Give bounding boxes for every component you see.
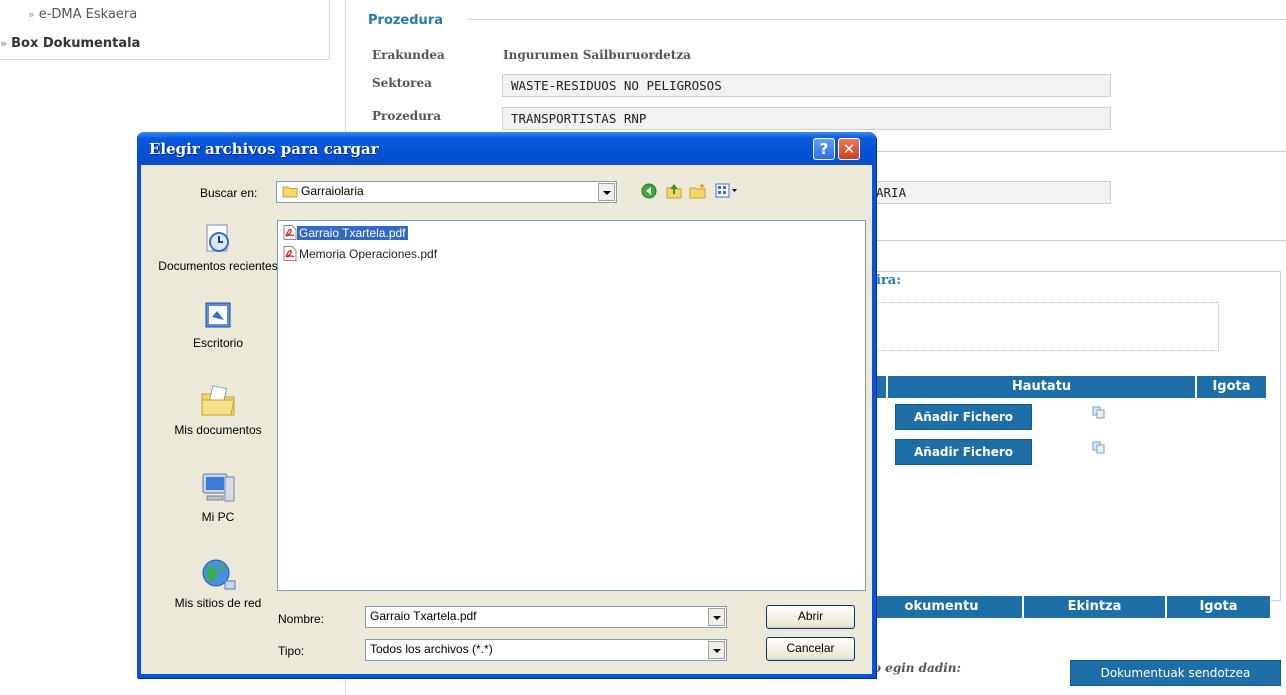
prozedura-field: TRANSPORTISTAS RNP xyxy=(502,107,1111,130)
place-label: Mi PC xyxy=(201,510,235,524)
table2-header-dokumentu: okumentu xyxy=(860,595,1023,619)
sign-documents-button[interactable]: Dokumentuak sendotzea xyxy=(1070,660,1281,686)
table2-header-igota: Igota xyxy=(1166,595,1271,619)
file-type-label: Tipo: xyxy=(278,644,305,658)
look-in-label: Buscar en: xyxy=(200,186,258,200)
up-folder-icon[interactable] xyxy=(665,182,683,200)
file-name-combo[interactable]: Garraio Txartela.pdf xyxy=(365,606,727,628)
my-documents-icon xyxy=(201,385,235,416)
dotted-area xyxy=(876,302,1219,351)
file-name-label: Nombre: xyxy=(278,612,325,626)
dialog-titlebar[interactable]: Elegir archivos para cargar ? ✕ xyxy=(137,132,876,165)
look-in-combo[interactable]: Garraiolaria xyxy=(276,181,617,203)
list-item[interactable]: Garraio Txartela.pdf xyxy=(283,225,410,242)
erakundea-label: Erakundea xyxy=(372,48,445,62)
file-type-combo[interactable]: Todos los archivos (*.*) xyxy=(365,639,727,661)
place-label: Mis documentos xyxy=(174,423,262,437)
open-button[interactable]: Abrir xyxy=(766,605,855,629)
erakundea-value: Ingurumen Sailburuordetza xyxy=(503,48,691,62)
add-file-button[interactable]: Añadir Fichero xyxy=(895,439,1032,465)
chevron-down-icon[interactable] xyxy=(708,608,725,626)
sidebar-item-e-dma-eskaera[interactable]: » e-DMA Eskaera xyxy=(28,7,137,22)
sektorea-label: Sektorea xyxy=(372,76,432,90)
pdf-file-icon xyxy=(283,225,297,240)
copy-icon xyxy=(1092,406,1105,419)
prozedura-label: Prozedura xyxy=(372,109,442,123)
my-computer-icon xyxy=(202,473,235,502)
place-my-documents[interactable]: Mis documentos xyxy=(158,382,278,437)
section-divider xyxy=(468,19,1286,20)
file-open-dialog: Elegir archivos para cargar ? ✕ Buscar e… xyxy=(137,132,876,678)
sektorea-field: WASTE-RESIDUOS NO PELIGROSOS xyxy=(502,74,1111,97)
panel-heading: ira: xyxy=(876,273,902,288)
procedure-section-title: Prozedura xyxy=(368,13,443,28)
sidebar-item-label: Box Dokumentala xyxy=(11,36,141,51)
place-label: Documentos recientes xyxy=(158,259,278,273)
place-network[interactable]: Mis sitios de red xyxy=(158,555,278,610)
dialog-title: Elegir archivos para cargar xyxy=(149,140,379,158)
file-name: Memoria Operaciones.pdf xyxy=(299,247,438,261)
list-item[interactable]: Memoria Operaciones.pdf xyxy=(283,246,441,263)
view-menu-icon[interactable] xyxy=(715,183,739,199)
new-folder-icon[interactable] xyxy=(689,182,707,200)
place-desktop[interactable]: Escritorio xyxy=(158,299,278,350)
help-icon: ? xyxy=(819,140,829,158)
sidebar-item-label: e-DMA Eskaera xyxy=(38,7,138,22)
place-label: Escritorio xyxy=(192,336,243,350)
table1-header-igota: Igota xyxy=(1196,375,1267,399)
footer-text: o egin dadin: xyxy=(873,661,961,675)
dialog-body: Buscar en: Garraiolaria Documentos recie… xyxy=(141,165,872,674)
section-divider xyxy=(876,151,1286,152)
partial-field: ARIA xyxy=(876,181,1111,204)
file-name: Garraio Txartela.pdf xyxy=(297,226,408,240)
copy-icon xyxy=(1092,441,1105,454)
network-places-icon xyxy=(202,559,236,590)
close-button[interactable]: ✕ xyxy=(838,138,860,160)
desktop-icon xyxy=(205,302,231,328)
place-my-computer[interactable]: Mi PC xyxy=(158,469,278,524)
back-icon[interactable] xyxy=(641,183,657,199)
table1-header-hautatu: Hautatu xyxy=(887,375,1196,399)
recent-documents-icon xyxy=(206,224,229,252)
help-button[interactable]: ? xyxy=(813,138,835,160)
chevron-down-icon[interactable] xyxy=(708,641,725,659)
chevron-right-icon: » xyxy=(0,37,8,50)
sidebar: » e-DMA Eskaera » Box Dokumentala xyxy=(0,0,330,60)
table1-header-cell xyxy=(876,375,887,399)
add-file-button[interactable]: Añadir Fichero xyxy=(895,404,1032,430)
place-label: Mis sitios de red xyxy=(174,596,262,610)
folder-icon xyxy=(282,186,298,198)
section-divider xyxy=(876,240,1286,241)
chevron-right-icon: » xyxy=(28,8,35,21)
file-list[interactable]: Garraio Txartela.pdf Memoria Operaciones… xyxy=(277,220,866,591)
sidebar-item-box-dokumentala[interactable]: » Box Dokumentala xyxy=(0,36,140,51)
place-recent-documents[interactable]: Documentos recientes xyxy=(158,222,278,273)
close-icon: ✕ xyxy=(842,140,856,158)
file-type-value: Todos los archivos (*.*) xyxy=(370,642,493,656)
chevron-down-icon[interactable] xyxy=(598,183,615,201)
cancel-button[interactable]: Cancelar xyxy=(766,637,855,661)
places-bar: Documentos recientes Escritorio Mis docu… xyxy=(158,222,278,662)
table2-header-ekintza: Ekintza xyxy=(1023,595,1166,619)
look-in-value: Garraiolaria xyxy=(301,184,364,198)
pdf-file-icon xyxy=(283,246,297,261)
file-name-value: Garraio Txartela.pdf xyxy=(370,609,477,623)
